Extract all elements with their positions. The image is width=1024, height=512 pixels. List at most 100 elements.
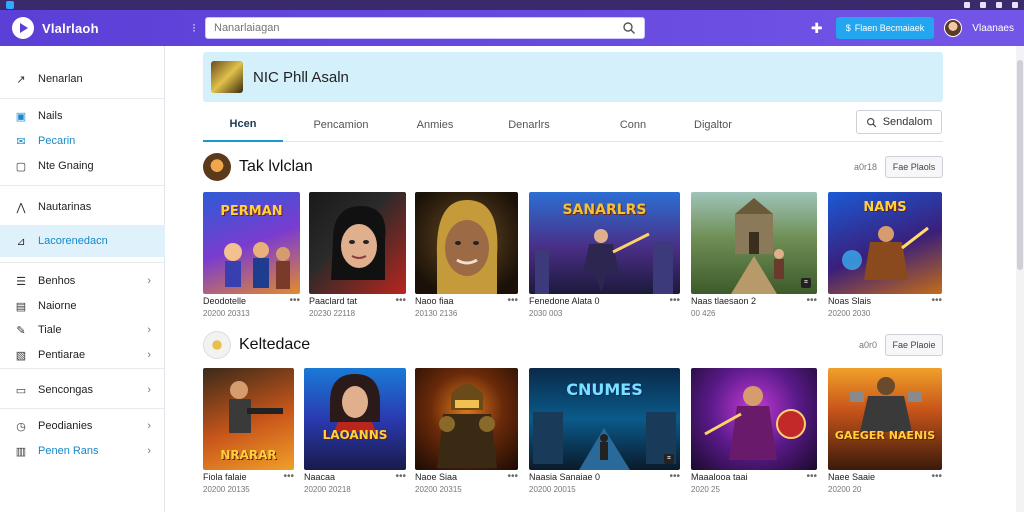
more-options-icon[interactable]: •••: [395, 295, 406, 306]
user-name[interactable]: Vlaanaes: [972, 23, 1014, 34]
more-options-icon[interactable]: •••: [395, 471, 406, 482]
settings-icon[interactable]: [996, 2, 1002, 8]
video-card[interactable]: GAEGER NAENIS Naee Saaie ••• 20200 20: [828, 368, 942, 498]
video-card[interactable]: ⌗ Naas tlaesaon 2 ••• 00 426: [691, 192, 817, 322]
chevron-right-icon[interactable]: ›: [147, 384, 151, 396]
see-all-button[interactable]: Fae Plaoie: [885, 334, 943, 356]
video-title[interactable]: Naasia Sanaiae 0: [529, 472, 600, 482]
sidebar-item-images[interactable]: ▤ Naiorne: [0, 295, 165, 317]
channel-name[interactable]: NIC Phll Asaln: [253, 69, 349, 86]
video-title[interactable]: Naas tlaesaon 2: [691, 296, 756, 306]
video-card[interactable]: CNUMES ⌗ Naasia Sanaiae 0 ••• 20200 2001…: [529, 368, 680, 498]
video-title[interactable]: Naoo fiaa: [415, 296, 454, 306]
video-title[interactable]: Naacaa: [304, 472, 335, 482]
sidebar-item-recommended[interactable]: ⊿ Lacorenedacn: [0, 225, 165, 257]
sidebar-item-gaming[interactable]: ▢ Nte Gnaing: [0, 155, 165, 177]
video-title[interactable]: Naee Saaie: [828, 472, 875, 482]
channel-thumbnail[interactable]: [211, 61, 243, 93]
more-options-icon[interactable]: •••: [669, 471, 680, 482]
video-card[interactable]: PERMAN Deodotelle ••• 20200 20313: [203, 192, 300, 322]
more-options-icon[interactable]: •••: [507, 295, 518, 306]
sidebar-item-analytics[interactable]: ⋀ Nautarinas: [0, 196, 165, 218]
video-thumbnail[interactable]: PERMAN: [203, 192, 300, 294]
sort-button[interactable]: Sendalom: [856, 110, 942, 134]
more-options-icon[interactable]: •••: [931, 295, 942, 306]
tab-conn[interactable]: Conn: [593, 108, 673, 142]
search-input[interactable]: [214, 22, 622, 34]
video-card[interactable]: NRARAR Fiola falaie ••• 20200 20135: [203, 368, 294, 498]
sidebar-item-trending[interactable]: ↗ Nenarlan: [0, 68, 165, 90]
video-thumbnail[interactable]: NRARAR: [203, 368, 294, 470]
video-card[interactable]: Maaalooa taai ••• 2020 25: [691, 368, 817, 498]
more-options-icon[interactable]: •••: [806, 471, 817, 482]
video-thumbnail[interactable]: [415, 368, 518, 470]
maximize-icon[interactable]: [980, 2, 986, 8]
os-window-controls[interactable]: [964, 2, 1018, 8]
video-title[interactable]: Naoe Siaa: [415, 472, 457, 482]
avatar[interactable]: [944, 19, 963, 37]
mail-icon: ✉: [16, 135, 26, 148]
tab-pencamion[interactable]: Pencamion: [301, 108, 381, 142]
thumbnail-art-text: PERMAN: [220, 204, 283, 219]
sidebar-item-queue[interactable]: ▭ Sencongas ›: [0, 379, 165, 401]
minimize-icon[interactable]: [964, 2, 970, 8]
more-menu-icon[interactable]: ⁝: [187, 21, 201, 35]
edit-icon: ✎: [16, 324, 26, 337]
brand[interactable]: Vlalrlaoh: [0, 17, 185, 39]
video-thumbnail[interactable]: [309, 192, 406, 294]
video-thumbnail[interactable]: [415, 192, 518, 294]
video-meta: 20200 20315: [415, 485, 462, 494]
video-card[interactable]: Paaclard tat ••• 20230 22118: [309, 192, 406, 322]
queue-icon: ▭: [15, 384, 27, 397]
more-options-icon[interactable]: •••: [289, 295, 300, 306]
tab-home[interactable]: Hcen: [203, 108, 283, 142]
chevron-right-icon[interactable]: ›: [147, 349, 151, 361]
video-title[interactable]: Paaclard tat: [309, 296, 357, 306]
video-card[interactable]: NAMS Noas Slais ••• 20200 2030: [828, 192, 942, 322]
promo-button[interactable]: $ Flaen Becmaiaek: [835, 17, 935, 39]
video-card[interactable]: Naoe Siaa ••• 20200 20315: [415, 368, 518, 498]
video-card[interactable]: LAOANNS Naacaa ••• 20200 20218: [304, 368, 406, 498]
sidebar-item-history[interactable]: ◷ Peodianies ›: [0, 415, 165, 437]
sidebar-item-documents[interactable]: ▧ Pentiarae ›: [0, 344, 165, 366]
close-icon[interactable]: [1012, 2, 1018, 8]
section-avatar-icon: [203, 153, 231, 181]
sidebar-item-inbox[interactable]: ✉ Pecarin: [0, 130, 165, 152]
video-title[interactable]: Deodotelle: [203, 296, 246, 306]
more-options-icon[interactable]: •••: [669, 295, 680, 306]
chevron-right-icon[interactable]: ›: [147, 420, 151, 432]
chevron-right-icon[interactable]: ›: [147, 275, 151, 287]
video-card[interactable]: Naoo fiaa ••• 20130 2136: [415, 192, 518, 322]
more-options-icon[interactable]: •••: [283, 471, 294, 482]
video-thumbnail[interactable]: SANARLRS: [529, 192, 680, 294]
tab-digaltor[interactable]: Digaltor: [673, 108, 753, 142]
video-title[interactable]: Fiola falaie: [203, 472, 247, 482]
video-title[interactable]: Noas Slais: [828, 296, 871, 306]
video-thumbnail[interactable]: GAEGER NAENIS: [828, 368, 942, 470]
more-options-icon[interactable]: •••: [931, 471, 942, 482]
db-icon: ▥: [15, 445, 27, 458]
video-thumbnail[interactable]: [691, 368, 817, 470]
video-thumbnail[interactable]: ⌗: [691, 192, 817, 294]
search-box[interactable]: [205, 17, 645, 39]
see-all-button[interactable]: Fae Plaols: [885, 156, 943, 178]
video-thumbnail[interactable]: NAMS: [828, 192, 942, 294]
video-title[interactable]: Fenedone Alata 0: [529, 296, 600, 306]
sidebar-item-videos[interactable]: ▣ Nails: [0, 105, 165, 127]
sidebar-item-edit[interactable]: ✎ Tiale ›: [0, 319, 165, 341]
tab-anmies[interactable]: Anmies: [395, 108, 475, 142]
more-options-icon[interactable]: •••: [806, 295, 817, 306]
chevron-right-icon[interactable]: ›: [147, 445, 151, 457]
extensions-icon[interactable]: ✚: [808, 20, 826, 37]
tab-denarlrs[interactable]: Denarlrs: [489, 108, 569, 142]
scrollbar-thumb[interactable]: [1017, 60, 1023, 270]
video-title[interactable]: Maaalooa taai: [691, 472, 748, 482]
search-icon[interactable]: [622, 21, 636, 35]
video-thumbnail[interactable]: CNUMES ⌗: [529, 368, 680, 470]
chevron-right-icon[interactable]: ›: [147, 324, 151, 336]
sidebar-item-premium[interactable]: ▥ Penen Rans ›: [0, 440, 165, 462]
video-card[interactable]: SANARLRS Fenedone Alata 0 ••• 2030 003: [529, 192, 680, 322]
video-thumbnail[interactable]: LAOANNS: [304, 368, 406, 470]
more-options-icon[interactable]: •••: [507, 471, 518, 482]
sidebar-item-library[interactable]: ☰ Benhos ›: [0, 270, 165, 292]
